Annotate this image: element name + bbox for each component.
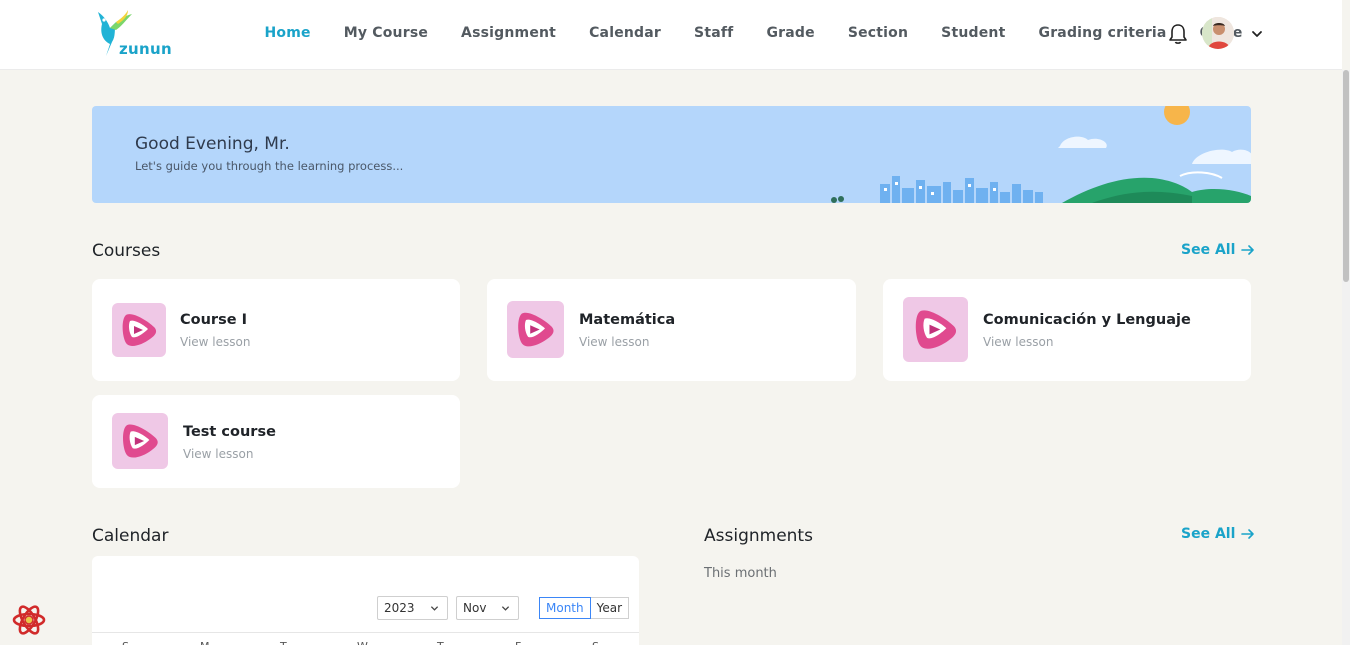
- top-navbar: zunun Home My Course Assignment Calendar…: [0, 0, 1342, 70]
- view-lesson-link[interactable]: View lesson: [983, 335, 1053, 349]
- course-card[interactable]: Matemática View lesson: [487, 279, 856, 381]
- see-all-label: See All: [1181, 526, 1236, 542]
- weekday-label: F: [515, 640, 521, 645]
- city-landscape-illustration: [831, 106, 1251, 203]
- course-name: Course I: [180, 312, 247, 328]
- nav-grading-criteria[interactable]: Grading criteria: [1022, 25, 1183, 41]
- weekday-label: M: [200, 640, 210, 645]
- play-icon: [123, 424, 158, 458]
- weekday-label: T: [280, 640, 287, 645]
- course-card[interactable]: Course I View lesson: [92, 279, 460, 381]
- nav-assignment[interactable]: Assignment: [445, 25, 573, 41]
- assignments-period: This month: [704, 566, 777, 581]
- course-thumbnail: [903, 297, 968, 362]
- month-select[interactable]: Nov: [456, 596, 519, 620]
- course-name: Test course: [183, 424, 276, 440]
- play-icon: [915, 310, 957, 349]
- weekday-label: S: [592, 640, 599, 645]
- nav-calendar[interactable]: Calendar: [573, 25, 678, 41]
- react-devtools-icon[interactable]: [11, 602, 47, 638]
- greeting-subtitle: Let's guide you through the learning pro…: [135, 159, 404, 173]
- course-thumbnail: [507, 301, 564, 358]
- mode-year[interactable]: Year: [590, 597, 630, 619]
- page-scrollbar[interactable]: [1342, 70, 1350, 645]
- welcome-banner: Good Evening, Mr. Let's guide you throug…: [92, 106, 1251, 203]
- assignments-see-all-link[interactable]: See All: [1181, 526, 1255, 542]
- view-lesson-link[interactable]: View lesson: [579, 335, 649, 349]
- weekday-label: S: [122, 640, 129, 645]
- year-select[interactable]: 2023: [377, 596, 448, 620]
- weekday-label: T: [437, 640, 444, 645]
- calendar-mode-switch: Month Year: [539, 597, 630, 619]
- nav-my-course[interactable]: My Course: [327, 25, 444, 41]
- chevron-down-icon: [430, 606, 439, 611]
- course-thumbnail: [112, 413, 168, 469]
- nav-grade[interactable]: Grade: [750, 25, 831, 41]
- courses-title: Courses: [92, 241, 161, 261]
- play-icon: [518, 312, 554, 347]
- course-card[interactable]: Comunicación y Lenguaje View lesson: [883, 279, 1251, 381]
- calendar-divider: [92, 632, 639, 633]
- arrow-right-icon: [1241, 529, 1255, 539]
- bell-icon[interactable]: [1168, 23, 1188, 45]
- calendar-title: Calendar: [92, 526, 169, 546]
- courses-see-all-link[interactable]: See All: [1181, 242, 1255, 258]
- nav-section[interactable]: Section: [831, 25, 924, 41]
- assignments-title: Assignments: [704, 526, 813, 546]
- arrow-right-icon: [1241, 245, 1255, 255]
- view-lesson-link[interactable]: View lesson: [180, 335, 250, 349]
- weekday-label: W: [357, 640, 368, 645]
- year-value: 2023: [384, 601, 415, 615]
- avatar[interactable]: [1202, 17, 1234, 49]
- month-value: Nov: [463, 601, 487, 615]
- course-name: Matemática: [579, 312, 676, 328]
- course-name: Comunicación y Lenguaje: [983, 312, 1191, 328]
- nav-staff[interactable]: Staff: [678, 25, 750, 41]
- scrollbar-thumb[interactable]: [1343, 70, 1349, 282]
- course-card[interactable]: Test course View lesson: [92, 395, 460, 488]
- brand-name: zunun: [119, 40, 172, 58]
- mode-month[interactable]: Month: [539, 597, 591, 619]
- main-nav: Home My Course Assignment Calendar Staff…: [248, 0, 1259, 66]
- nav-student[interactable]: Student: [925, 25, 1022, 41]
- see-all-label: See All: [1181, 242, 1236, 258]
- course-thumbnail: [112, 303, 166, 357]
- greeting-title: Good Evening, Mr.: [135, 134, 290, 154]
- chevron-down-icon: [501, 606, 510, 611]
- play-icon: [122, 314, 157, 346]
- chevron-down-icon[interactable]: [1250, 27, 1264, 41]
- nav-home[interactable]: Home: [248, 25, 327, 41]
- view-lesson-link[interactable]: View lesson: [183, 447, 253, 461]
